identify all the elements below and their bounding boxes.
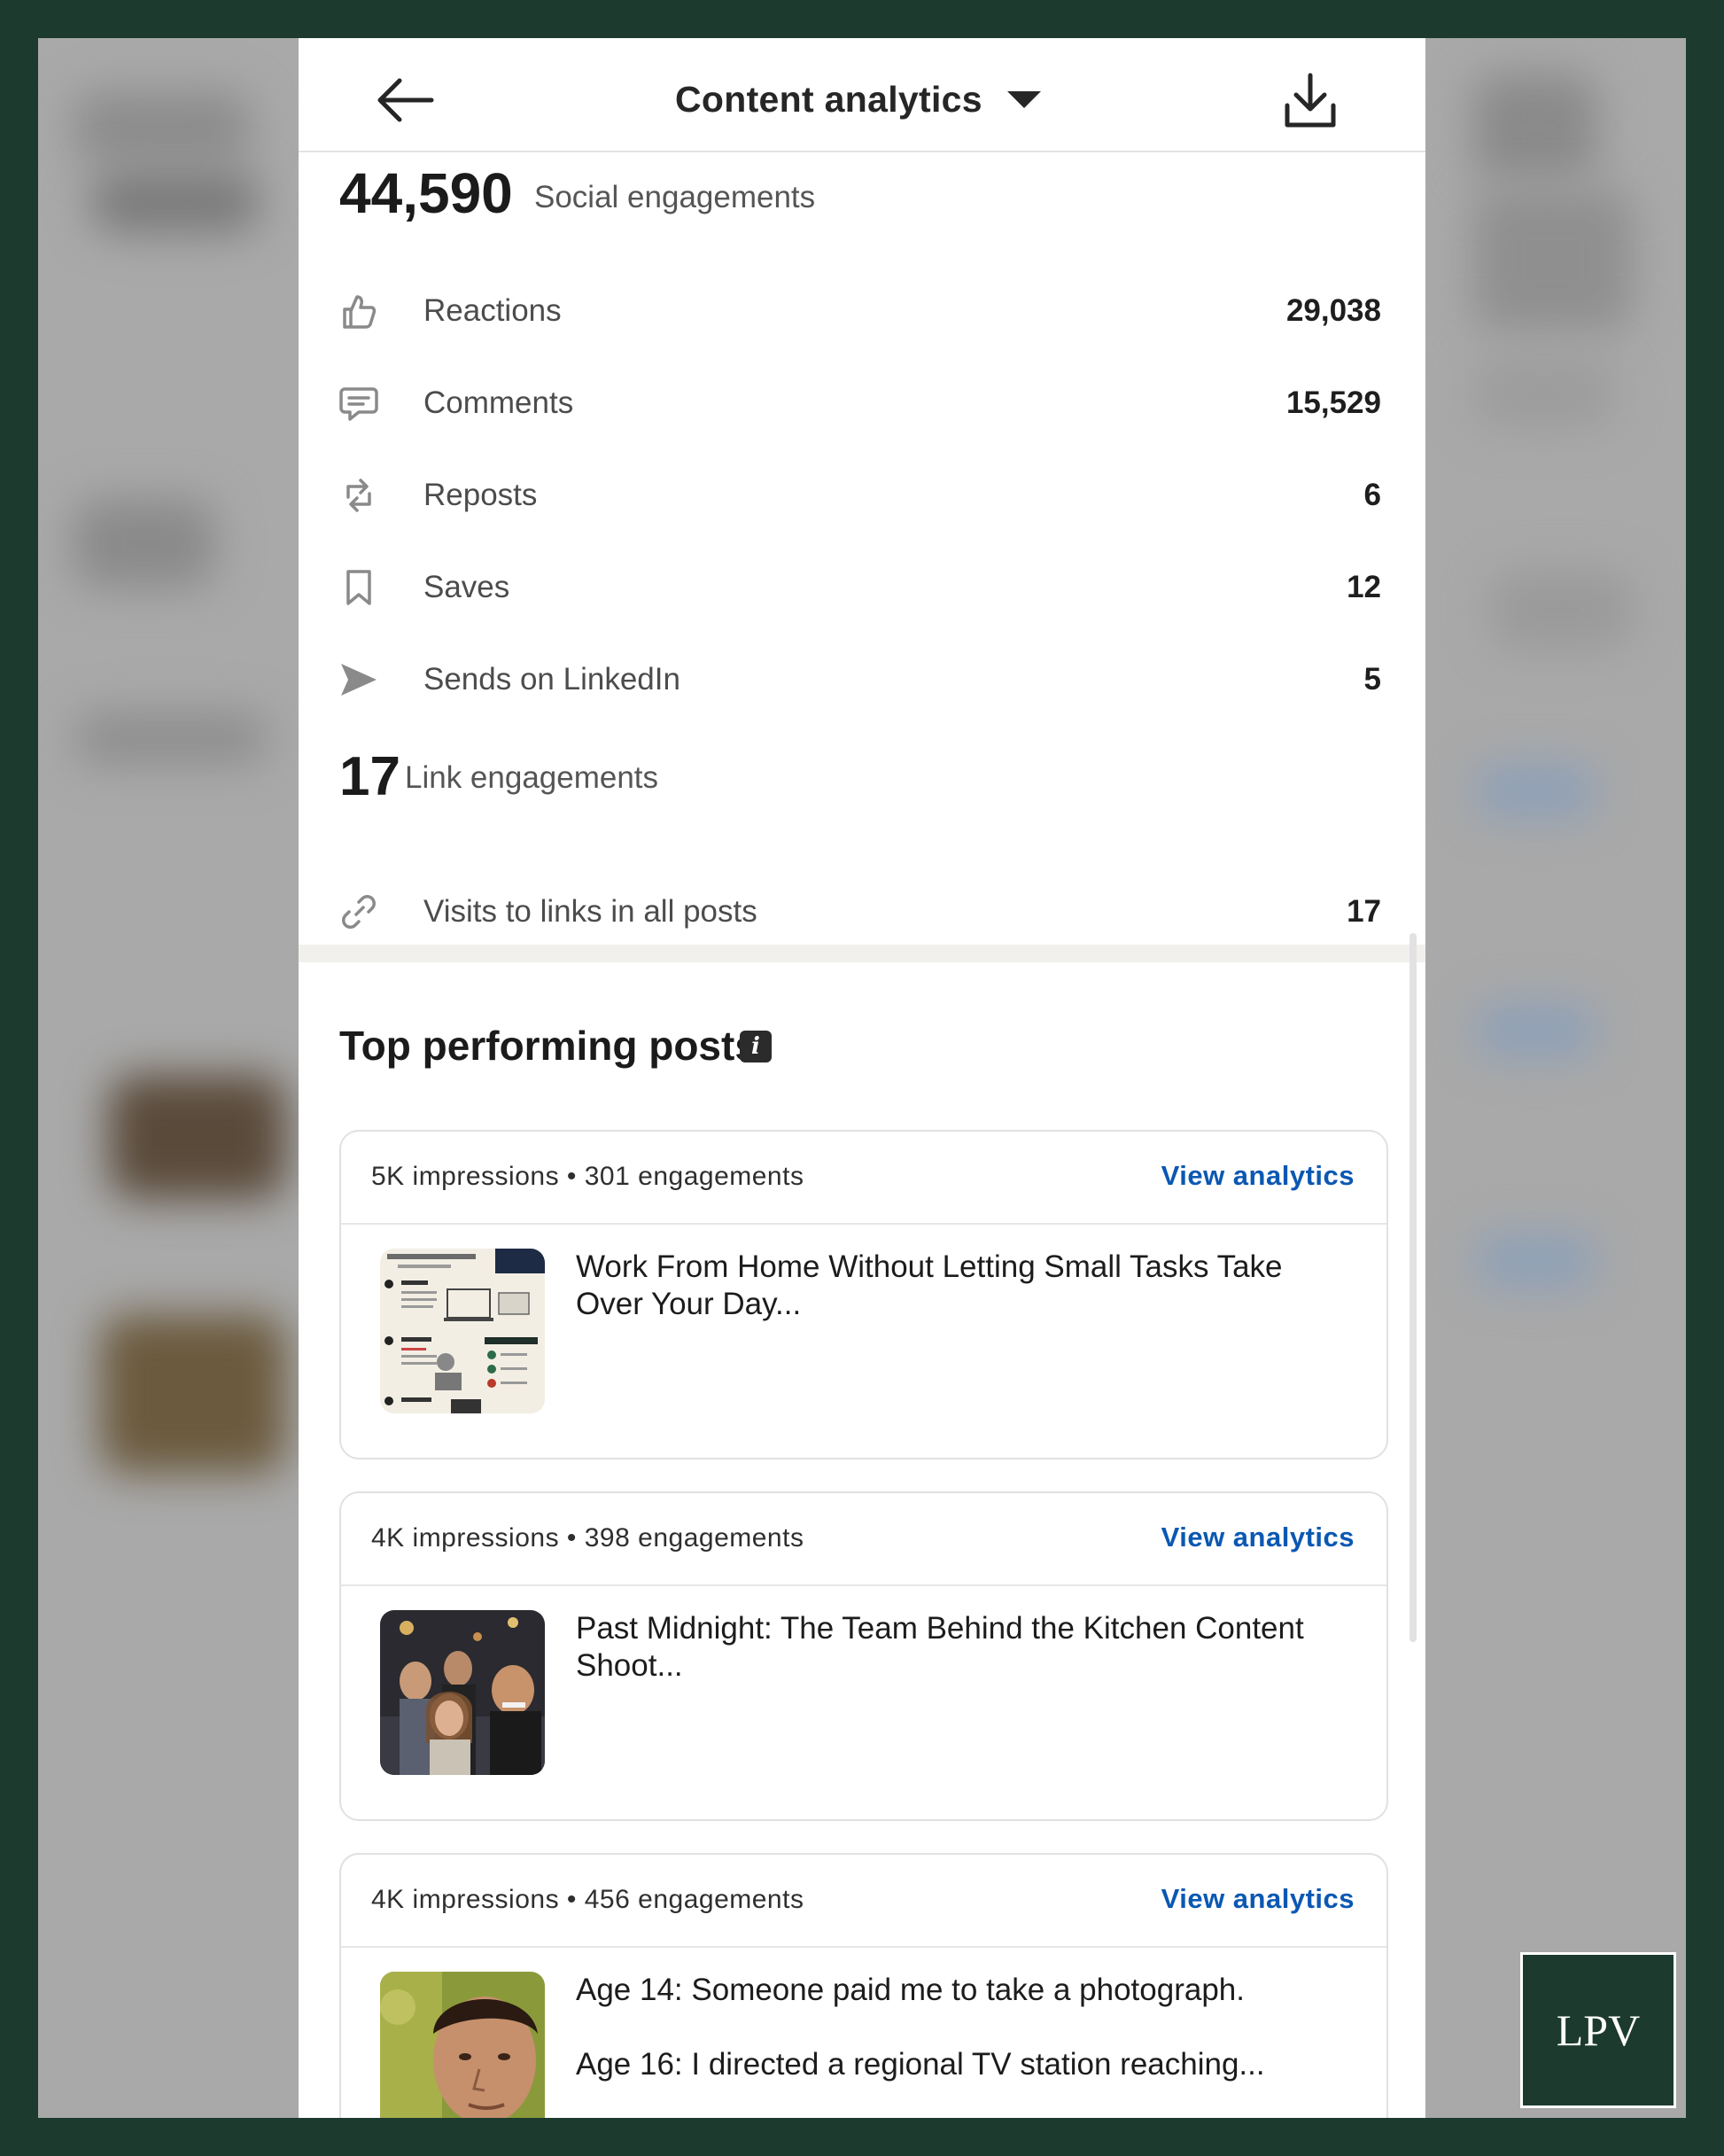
repost-icon	[346, 479, 371, 512]
top-bar: Content analytics	[299, 38, 1425, 152]
post-preview-text[interactable]: Work From Home Without Letting Small Tas…	[576, 1249, 1338, 1360]
metric-value: 6	[1363, 478, 1381, 512]
post-card-header: 5K impressions • 301 engagements View an…	[341, 1132, 1386, 1225]
link-icon	[342, 895, 376, 929]
info-icon[interactable]: i	[740, 1031, 772, 1062]
infographic-thumbnail[interactable]	[380, 1249, 545, 1413]
metric-label: Reactions	[423, 293, 562, 328]
portrait-thumbnail[interactable]	[380, 1972, 545, 2118]
view-analytics-link[interactable]: View analytics	[1161, 1522, 1355, 1553]
metric-label: Sends on LinkedIn	[423, 662, 680, 697]
group-photo-thumbnail[interactable]	[380, 1610, 545, 1775]
post-text-line: Past Midnight: The Team Behind the Kitch…	[576, 1611, 1304, 1683]
metric-row-reposts: Reposts 6	[339, 469, 1381, 522]
metric-row-sends: Sends on LinkedIn 5	[339, 653, 1381, 706]
content-type-dropdown[interactable]: Content analytics	[675, 77, 1041, 121]
link-engagements-total: 17	[339, 746, 400, 807]
caret-down-icon	[1006, 90, 1041, 108]
section-divider	[299, 945, 1425, 962]
metric-row-reactions: Reactions 29,038	[339, 284, 1381, 338]
metric-label: Comments	[423, 385, 574, 420]
view-analytics-link[interactable]: View analytics	[1161, 1160, 1355, 1192]
post-stats: 4K impressions • 398 engagements	[371, 1523, 804, 1553]
bookmark-icon	[346, 570, 371, 605]
scrollbar[interactable]	[1409, 933, 1417, 1642]
post-card: 4K impressions • 456 engagements View an…	[339, 1853, 1388, 2118]
metric-value: 12	[1347, 570, 1381, 604]
comment-icon	[339, 387, 378, 421]
metric-value: 29,038	[1285, 293, 1381, 328]
post-stats: 4K impressions • 456 engagements	[371, 1885, 804, 1914]
thumbs-up-icon	[343, 295, 377, 329]
metric-value: 15,529	[1285, 385, 1381, 420]
metric-value: 5	[1363, 662, 1381, 697]
metric-row-comments: Comments 15,529	[339, 377, 1381, 430]
link-engagements-label: Link engagements	[405, 760, 659, 795]
view-analytics-link[interactable]: View analytics	[1161, 1883, 1355, 1915]
post-card: 5K impressions • 301 engagements View an…	[339, 1130, 1388, 1459]
metric-row-saves: Saves 12	[339, 561, 1381, 614]
post-card: 4K impressions • 398 engagements View an…	[339, 1491, 1388, 1821]
content-analytics-panel: Content analytics 44,590 Social engageme…	[299, 38, 1425, 2118]
post-preview-text[interactable]: Past Midnight: The Team Behind the Kitch…	[576, 1610, 1338, 1722]
post-text-line: Age 16: I directed a regional TV station…	[576, 2047, 1265, 2082]
metric-label: Saves	[423, 570, 510, 604]
post-card-header: 4K impressions • 398 engagements View an…	[341, 1493, 1386, 1586]
lpv-watermark-logo: LPV	[1520, 1952, 1676, 2108]
post-card-header: 4K impressions • 456 engagements View an…	[341, 1855, 1386, 1948]
post-preview-text[interactable]: Age 14: Someone paid me to take a photog…	[576, 1972, 1338, 2118]
metric-label: Reposts	[423, 478, 538, 512]
back-button[interactable]	[375, 74, 437, 127]
download-button[interactable]	[1282, 72, 1339, 130]
post-text-line: Work From Home Without Letting Small Tas…	[576, 1249, 1283, 1321]
metric-value: 17	[1347, 894, 1381, 929]
post-text-line: Age 14: Someone paid me to take a photog…	[576, 1973, 1245, 2007]
social-engagements-label: Social engagements	[534, 180, 816, 214]
metric-label: Visits to links in all posts	[423, 894, 757, 929]
arrow-left-icon	[377, 78, 434, 122]
page-title: Content analytics	[675, 78, 982, 120]
metric-row-link-visits: Visits to links in all posts 17	[339, 885, 1381, 938]
section-title-top-posts: Top performing posts	[339, 1023, 757, 1069]
social-engagements-total: 44,590	[339, 161, 513, 225]
download-icon	[1285, 73, 1336, 128]
send-icon	[341, 664, 377, 696]
post-stats: 5K impressions • 301 engagements	[371, 1162, 804, 1191]
